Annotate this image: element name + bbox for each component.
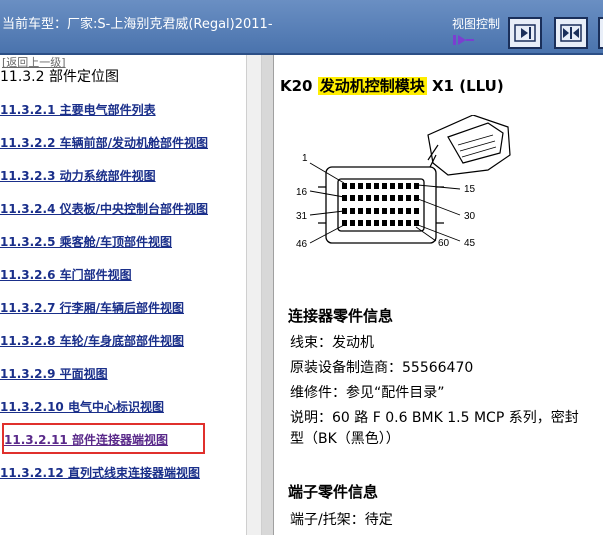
view-control-label: 视图控制 [452, 17, 501, 31]
expand-left-button[interactable] [598, 17, 603, 49]
pin-label-46: 46 [296, 239, 308, 250]
navigation-panel: [返回上一级] 11.3.2 部件定位图 11.3.2.1 主要电气部件列表 1… [0, 55, 246, 535]
expand-right-button[interactable] [508, 17, 542, 49]
connector-info-heading: 连接器零件信息 [288, 307, 394, 325]
nav-item-plan-view[interactable]: 11.3.2.9 平面视图 [0, 365, 108, 382]
component-code: K20 [280, 77, 313, 95]
nav-item-electrical-center[interactable]: 11.3.2.10 电气中心标识视图 [0, 398, 164, 415]
nav-item-main-parts-list[interactable]: 11.3.2.1 主要电气部件列表 [0, 101, 156, 118]
component-suffix: X1 (LLU) [431, 77, 504, 95]
pin-label-45: 45 [464, 238, 476, 249]
harness-line: 线束：发动机 [290, 335, 374, 351]
pin-label-16: 16 [296, 187, 308, 198]
component-title: K20 发动机控制模块 X1 (LLU) [280, 75, 504, 96]
nav-item-wheel-underbody[interactable]: 11.3.2.8 车轮/车身底部部件视图 [0, 332, 184, 349]
nav-item-inline-connector[interactable]: 11.3.2.12 直列式线束连接器端视图 [0, 464, 200, 481]
selection-highlight-box [2, 423, 205, 454]
left-scrollbar[interactable] [246, 55, 262, 535]
pin-label-31: 31 [296, 211, 308, 222]
nav-item-passenger-roof[interactable]: 11.3.2.5 乘客舱/车顶部件视图 [0, 233, 172, 250]
panel-divider[interactable] [262, 55, 274, 535]
vehicle-title: 当前车型：厂家:S-上海别克君威(Regal)2011- [2, 17, 273, 32]
terminal-line: 端子/托架：待定 [290, 512, 393, 528]
description-line-1: 说明：60 路 F 0.6 BMK 1.5 MCP 系列，密封 [290, 410, 579, 426]
connector-pins [342, 183, 419, 226]
oem-line: 原装设备制造商：55566470 [290, 360, 474, 376]
nav-item-instrument-panel[interactable]: 11.3.2.4 仪表板/中央控制台部件视图 [0, 200, 208, 217]
split-view-button[interactable] [554, 17, 588, 49]
nav-item-trunk-rear[interactable]: 11.3.2.7 行李厢/车辆后部件视图 [0, 299, 184, 316]
pin-label-1: 1 [302, 153, 308, 164]
pin-label-60: 60 [438, 238, 450, 249]
content-panel: K20 发动机控制模块 X1 (LLU) 1 16 31 46 15 30 45… [274, 55, 603, 535]
nav-item-door[interactable]: 11.3.2.6 车门部件视图 [0, 266, 132, 283]
section-title: 11.3.2 部件定位图 [0, 69, 119, 85]
nav-item-powertrain[interactable]: 11.3.2.3 动力系统部件视图 [0, 167, 156, 184]
nav-item-front-engine-bay[interactable]: 11.3.2.2 车辆前部/发动机舱部件视图 [0, 134, 208, 151]
service-line: 维修件：参见“配件目录” [290, 385, 445, 401]
connector-diagram: 1 16 31 46 15 30 45 60 [296, 115, 511, 250]
connector-sketch [427, 115, 511, 176]
top-bar: 当前车型：厂家:S-上海别克君威(Regal)2011- 视图控制 [0, 0, 603, 55]
pin-label-30: 30 [464, 211, 476, 222]
pin-label-15: 15 [464, 184, 476, 195]
arrow-right-bar-icon [514, 24, 536, 42]
component-name: 发动机控制模块 [317, 77, 427, 95]
description-line-2: 型（BK（黑色）） [290, 431, 400, 447]
split-view-icon [560, 24, 582, 42]
terminal-info-heading: 端子零件信息 [288, 483, 379, 501]
view-indicator-icon [453, 35, 474, 45]
